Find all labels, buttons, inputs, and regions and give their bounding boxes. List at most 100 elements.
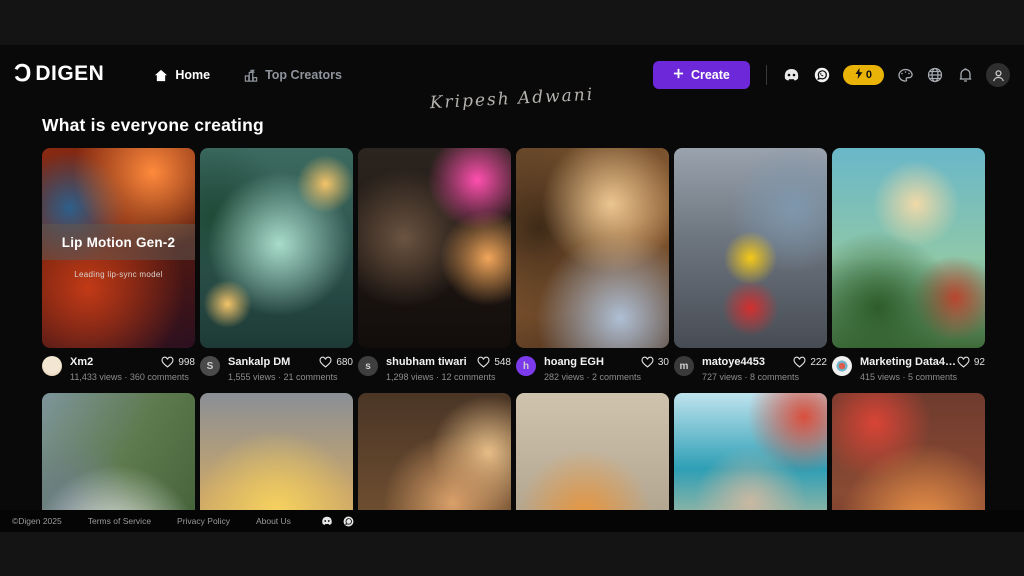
like-button[interactable]: 30	[641, 356, 669, 368]
creation-thumbnail[interactable]	[516, 393, 669, 510]
nav-top-creators-label: Top Creators	[265, 68, 342, 82]
creation-thumbnail[interactable]	[42, 393, 195, 510]
feature-subtitle: Leading lip-sync model	[42, 270, 195, 279]
palette-icon[interactable]	[896, 66, 914, 84]
card-meta: S Sankalp DM 680 1,555 views · 21 commen…	[200, 356, 353, 382]
creation-card: m matoye4453 222 727 views · 8 comments	[674, 148, 827, 382]
avatar-initial: s	[365, 361, 371, 372]
notifications-bell-icon[interactable]	[956, 66, 974, 84]
like-count: 548	[494, 357, 511, 368]
creation-thumbnail[interactable]	[674, 148, 827, 348]
creation-thumbnail[interactable]	[200, 393, 353, 510]
creation-thumbnail[interactable]	[832, 393, 985, 510]
navbar: Ɔ DIGEN Home Top Creators	[0, 45, 1024, 95]
like-count: 30	[658, 357, 669, 368]
creations-row-1: Lip Motion Gen-2 Leading lip-sync model …	[42, 148, 985, 382]
heart-icon	[161, 356, 174, 368]
avatar-initial: m	[680, 361, 689, 372]
footer: ©Digen 2025 Terms of Service Privacy Pol…	[0, 510, 1024, 532]
card-meta: m matoye4453 222 727 views · 8 comments	[674, 356, 827, 382]
creation-card: h hoang EGH 30 282 views · 2 comments	[516, 148, 669, 382]
whatsapp-icon[interactable]	[813, 66, 831, 84]
creator-name[interactable]: Marketing Data4s...	[860, 356, 956, 368]
card-meta: s shubham tiwari 548 1,298 views · 12 co…	[358, 356, 511, 382]
creator-avatar[interactable]: m	[674, 356, 694, 376]
page-title: What is everyone creating	[42, 115, 264, 136]
creator-name[interactable]: Xm2	[70, 356, 93, 368]
creation-card: s shubham tiwari 548 1,298 views · 12 co…	[358, 148, 511, 382]
heart-icon	[319, 356, 332, 368]
globe-icon[interactable]	[926, 66, 944, 84]
nav-links: Home Top Creators	[154, 68, 342, 82]
like-count: 680	[336, 357, 353, 368]
navbar-actions: Create	[653, 61, 1010, 89]
creator-name[interactable]: matoye4453	[702, 356, 765, 368]
footer-social	[321, 515, 355, 527]
card-stats: 11,433 views · 360 comments	[70, 372, 195, 382]
creator-avatar[interactable]: s	[358, 356, 378, 376]
creator-name[interactable]: hoang EGH	[544, 356, 604, 368]
creation-thumbnail[interactable]	[674, 393, 827, 510]
whatsapp-icon[interactable]	[343, 515, 355, 527]
divider	[766, 65, 767, 85]
feature-overlay: Lip Motion Gen-2	[42, 224, 195, 260]
like-button[interactable]: 680	[319, 356, 353, 368]
create-button[interactable]: Create	[653, 61, 750, 89]
creator-name[interactable]: Sankalp DM	[228, 356, 290, 368]
like-button[interactable]: 548	[477, 356, 511, 368]
like-button[interactable]: 92	[957, 356, 985, 368]
creation-thumbnail[interactable]	[832, 148, 985, 348]
heart-icon	[957, 356, 970, 368]
creator-avatar[interactable]: h	[516, 356, 536, 376]
credits-count: 0	[866, 69, 872, 81]
create-button-label: Create	[691, 68, 730, 82]
creator-name[interactable]: shubham tiwari	[386, 356, 467, 368]
card-stats: 415 views · 5 comments	[860, 372, 985, 382]
creation-thumbnail[interactable]	[200, 148, 353, 348]
nav-home[interactable]: Home	[154, 68, 210, 82]
copyright-text: ©Digen 2025	[12, 516, 62, 526]
heart-icon	[793, 356, 806, 368]
creation-thumbnail[interactable]	[358, 393, 511, 510]
like-count: 998	[178, 357, 195, 368]
footer-link-terms[interactable]: Terms of Service	[88, 516, 151, 526]
like-count: 92	[974, 357, 985, 368]
plus-icon	[673, 68, 684, 82]
card-meta: Marketing Data4s... 92 415 views · 5 com…	[832, 356, 985, 382]
avatar-initial: h	[523, 361, 529, 372]
footer-link-privacy[interactable]: Privacy Policy	[177, 516, 230, 526]
like-button[interactable]: 222	[793, 356, 827, 368]
creator-info: hoang EGH 30 282 views · 2 comments	[544, 356, 669, 382]
nav-top-creators[interactable]: Top Creators	[244, 68, 342, 82]
card-meta: Xm2 998 11,433 views · 360 comments	[42, 356, 195, 382]
creator-avatar[interactable]	[832, 356, 852, 376]
bolt-icon	[855, 68, 863, 82]
heart-icon	[641, 356, 654, 368]
brand-logo[interactable]: Ɔ DIGEN	[14, 62, 104, 86]
creator-info: Marketing Data4s... 92 415 views · 5 com…	[860, 356, 985, 382]
creator-avatar[interactable]: S	[200, 356, 220, 376]
card-stats: 727 views · 8 comments	[702, 372, 827, 382]
card-stats: 1,298 views · 12 comments	[386, 372, 511, 382]
footer-link-about[interactable]: About Us	[256, 516, 291, 526]
creation-thumbnail[interactable]	[358, 148, 511, 348]
content-area: Ɔ DIGEN Home Top Creators	[0, 45, 1024, 532]
creation-thumbnail[interactable]: Lip Motion Gen-2 Leading lip-sync model	[42, 148, 195, 348]
podium-icon	[244, 69, 258, 82]
card-meta: h hoang EGH 30 282 views · 2 comments	[516, 356, 669, 382]
card-stats: 282 views · 2 comments	[544, 372, 669, 382]
creation-thumbnail[interactable]	[516, 148, 669, 348]
creator-info: Xm2 998 11,433 views · 360 comments	[70, 356, 195, 382]
user-avatar[interactable]	[986, 63, 1010, 87]
creator-info: Sankalp DM 680 1,555 views · 21 comments	[228, 356, 353, 382]
creator-avatar[interactable]	[42, 356, 62, 376]
credits-badge[interactable]: 0	[843, 65, 884, 85]
home-icon	[154, 69, 168, 82]
discord-icon[interactable]	[321, 515, 333, 527]
discord-icon[interactable]	[783, 66, 801, 84]
creation-card: Marketing Data4s... 92 415 views · 5 com…	[832, 148, 985, 382]
like-button[interactable]: 998	[161, 356, 195, 368]
heart-icon	[477, 356, 490, 368]
creations-row-2	[42, 393, 985, 510]
creation-card: Lip Motion Gen-2 Leading lip-sync model …	[42, 148, 195, 382]
